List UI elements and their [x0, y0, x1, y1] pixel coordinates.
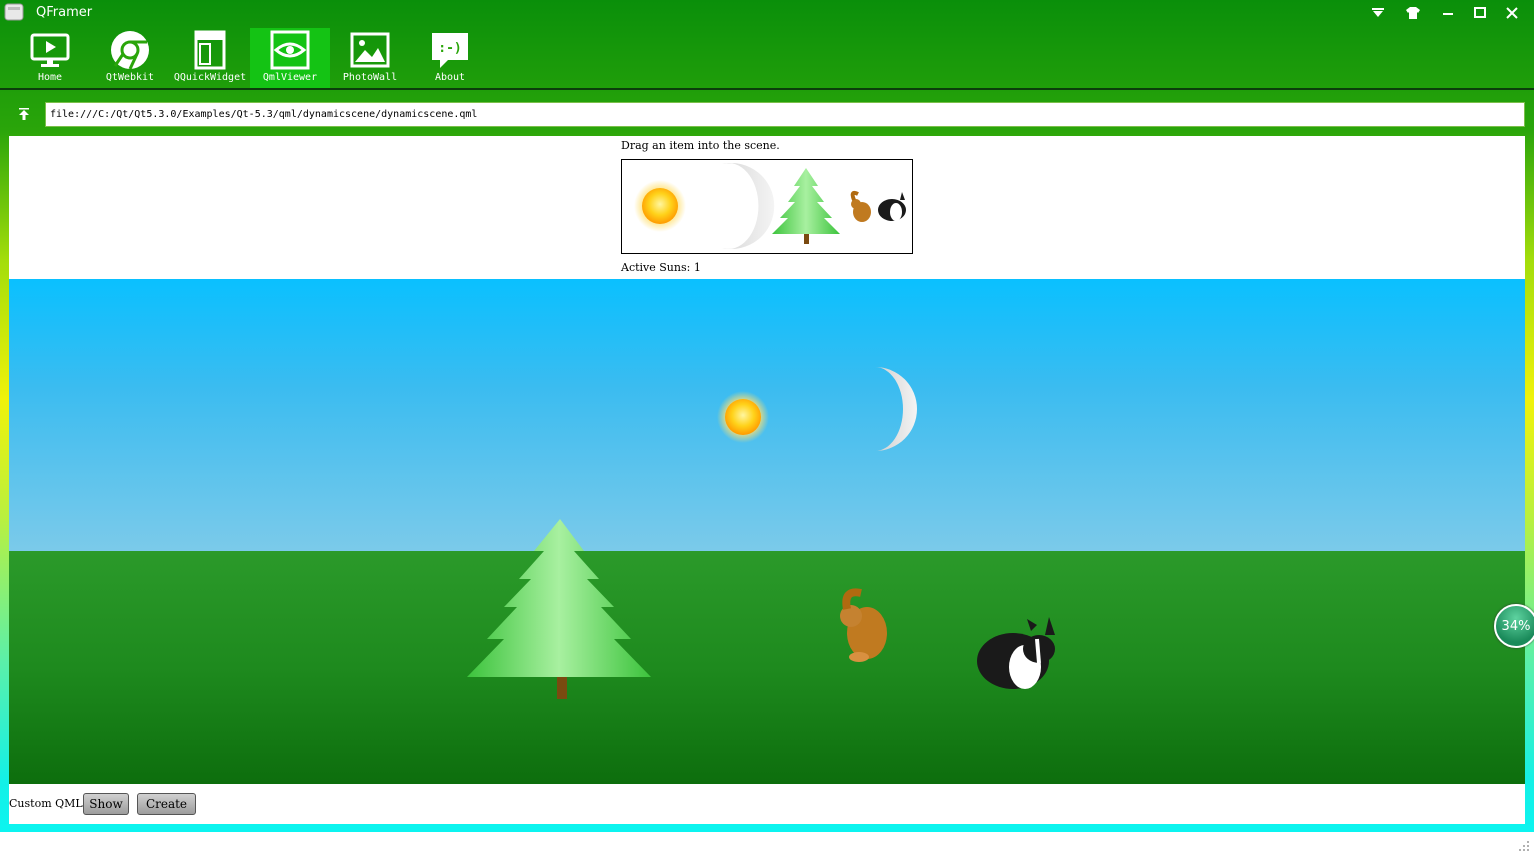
- toolbar-home-label: Home: [37, 72, 63, 83]
- title-bar[interactable]: QFramer: [0, 0, 1534, 26]
- address-bar: [0, 92, 1534, 134]
- main-toolbar: Home QtWebkit QQuickWidget QmlViewer Pho…: [0, 26, 1534, 88]
- custom-qml-bar: Custom QML: Show Create: [9, 784, 1525, 824]
- app-logo-icon: [4, 3, 24, 21]
- toolbar-home-button[interactable]: Home: [10, 28, 90, 88]
- eye-icon: [270, 30, 310, 70]
- scene-rabbit-brown[interactable]: [840, 588, 887, 662]
- close-icon[interactable]: [1502, 4, 1522, 22]
- toolbar-photowall-button[interactable]: PhotoWall: [330, 28, 410, 88]
- scene-rabbit-bw[interactable]: [977, 617, 1055, 689]
- url-input[interactable]: [45, 102, 1525, 127]
- show-button[interactable]: Show: [83, 793, 129, 815]
- toolbar-qquickwidget-label: QQuickWidget: [173, 72, 247, 83]
- toolbar-about-button[interactable]: :-) About: [410, 28, 490, 88]
- layout-icon: [194, 30, 226, 70]
- custom-qml-label: Custom QML:: [9, 797, 87, 810]
- smiley-chat-icon: :-): [432, 33, 468, 68]
- scene-moon[interactable]: [875, 367, 917, 451]
- maximize-icon[interactable]: [1470, 4, 1490, 22]
- toolbar-about-label: About: [434, 72, 466, 83]
- monitor-play-icon: [30, 33, 70, 67]
- create-button[interactable]: Create: [137, 793, 196, 815]
- toolbar-qquickwidget-button[interactable]: QQuickWidget: [170, 28, 250, 88]
- pin-to-top-icon[interactable]: [14, 104, 34, 124]
- instruction-text: Drag an item into the scene.: [621, 139, 780, 152]
- chrome-icon: [111, 31, 149, 70]
- active-suns-counter: Active Suns: 1: [621, 261, 701, 274]
- toolbar-qtwebkit-label: QtWebkit: [105, 72, 155, 83]
- palette-tree[interactable]: [772, 168, 840, 244]
- resize-grip-icon[interactable]: [1518, 840, 1530, 852]
- minimize-icon[interactable]: [1438, 4, 1458, 22]
- skin-icon[interactable]: [1403, 4, 1423, 22]
- palette-rabbit-bw[interactable]: [878, 192, 906, 221]
- palette-rabbit-brown[interactable]: [850, 190, 871, 222]
- toolbar-qtwebkit-button[interactable]: QtWebkit: [90, 28, 170, 88]
- svg-text::-): :-): [438, 41, 461, 56]
- qframer-window: QFramer Home QtWebkit QQuickWidget QmlVi…: [0, 0, 1534, 854]
- dynamic-scene[interactable]: [9, 279, 1525, 784]
- performance-percent-badge[interactable]: 34%: [1494, 604, 1534, 648]
- toolbar-photowall-label: PhotoWall: [342, 72, 398, 83]
- toolbar-qmlviewer-button[interactable]: QmlViewer: [250, 28, 330, 88]
- qml-viewer-content: Drag an item into the scene. Active Suns…: [9, 136, 1525, 824]
- scene-sun[interactable]: [717, 391, 769, 443]
- scene-tree[interactable]: [467, 519, 651, 699]
- palette-moon[interactable]: [722, 163, 775, 249]
- window-title: QFramer: [36, 5, 93, 20]
- dropdown-icon[interactable]: [1368, 4, 1388, 22]
- toolbar-divider: [0, 88, 1534, 90]
- palette-sun[interactable]: [634, 180, 686, 232]
- toolbar-qmlviewer-label: QmlViewer: [262, 72, 318, 83]
- picture-icon: [350, 32, 390, 68]
- item-palette: [621, 159, 913, 254]
